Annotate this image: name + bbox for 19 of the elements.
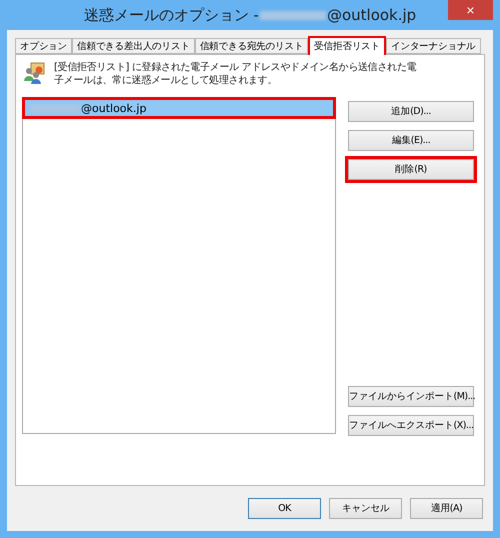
action-button[interactable]: 削除(R) [348, 159, 474, 180]
action-button[interactable]: 追加(D)... [348, 101, 474, 122]
window-title: 迷惑メールのオプション - @outlook.jp [84, 6, 416, 24]
tab[interactable]: 受信拒否リスト [308, 36, 386, 55]
dialog-button[interactable]: OK [248, 498, 321, 519]
description-text: [受信拒否リスト] に登録された電子メール アドレスやドメイン名から送信された電子メールは、常に迷惑メールとして処理されます。 [54, 61, 418, 87]
tab[interactable]: 信頼できる差出人のリスト [72, 38, 195, 54]
dialog-button[interactable]: キャンセル [329, 498, 402, 519]
tab[interactable]: オプション [15, 38, 72, 54]
list-item[interactable]: @outlook.jp [25, 100, 333, 116]
dialog-button[interactable]: 適用(A) [410, 498, 483, 519]
action-button[interactable]: ファイルからインポート(M)... [348, 386, 474, 407]
action-button[interactable]: ファイルへエクスポート(X)... [348, 415, 474, 436]
action-button[interactable]: 編集(E)... [348, 130, 474, 151]
people-folder-icon [22, 61, 46, 85]
redacted-text [260, 10, 326, 20]
tab[interactable]: 信頼できる宛先のリスト [194, 38, 308, 54]
tab[interactable]: インターナショナル [386, 38, 481, 54]
close-button[interactable]: × [448, 0, 493, 20]
